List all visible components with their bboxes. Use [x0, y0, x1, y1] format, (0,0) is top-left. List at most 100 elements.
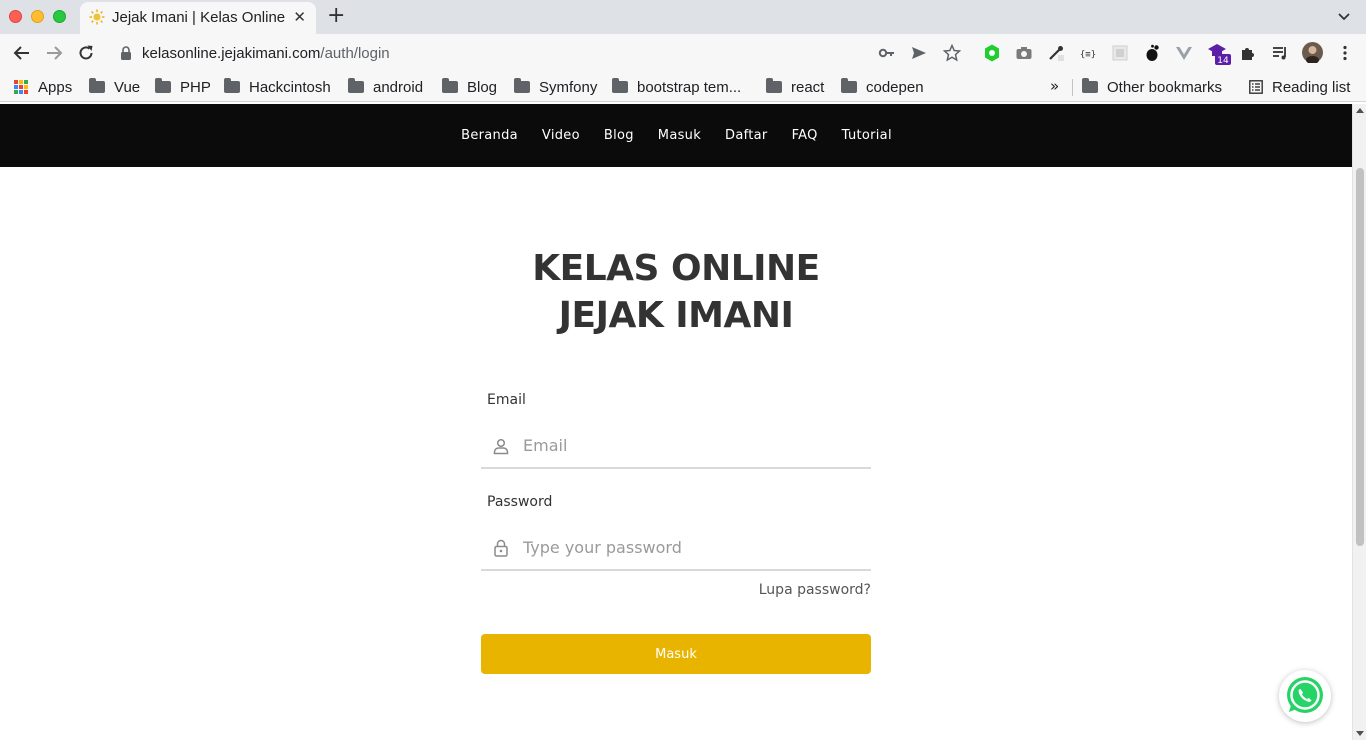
- green-extension-icon[interactable]: [983, 44, 1001, 62]
- folder-icon: [1082, 78, 1098, 93]
- reading-list-icon: [1249, 80, 1263, 94]
- lock-icon: [121, 46, 131, 60]
- bookmark-folder-codepen[interactable]: codepen: [841, 77, 924, 97]
- bookmark-folder-hackcintosh[interactable]: Hackcintosh: [224, 77, 331, 97]
- folder-icon: [514, 78, 530, 93]
- bookmark-folder-other[interactable]: Other bookmarks: [1082, 77, 1222, 97]
- email-field: [481, 421, 871, 469]
- email-input[interactable]: [523, 431, 853, 459]
- graduation-cap-icon: 14: [1208, 44, 1231, 66]
- browser-tab[interactable]: Jejak Imani | Kelas Online ✕: [80, 2, 316, 34]
- eyedropper-icon[interactable]: [1047, 44, 1065, 62]
- json-formatter-icon[interactable]: {≡}: [1079, 44, 1097, 62]
- folder-icon: [224, 78, 240, 93]
- new-tab-button[interactable]: +: [327, 3, 345, 28]
- kebab-menu-icon[interactable]: [1336, 44, 1354, 62]
- bookmark-label: bootstrap tem...: [637, 78, 742, 96]
- bookmark-folder-blog[interactable]: Blog: [442, 77, 497, 97]
- nav-link-daftar[interactable]: Daftar: [725, 128, 768, 143]
- graduation-extension-icon[interactable]: 14: [1207, 41, 1231, 66]
- media-playlist-icon[interactable]: [1271, 44, 1289, 62]
- chevron-down-icon[interactable]: [1336, 8, 1352, 24]
- send-icon[interactable]: [910, 44, 928, 62]
- bookmark-label: Other bookmarks: [1107, 78, 1223, 96]
- bookmark-label: codepen: [866, 78, 924, 96]
- bookmark-label: react: [791, 78, 825, 96]
- close-window-button[interactable]: [9, 10, 22, 23]
- bookmark-folder-react[interactable]: react: [766, 77, 824, 97]
- more-bookmarks-button[interactable]: »: [1050, 77, 1059, 95]
- page-title-line-1: KELAS ONLINE: [532, 248, 820, 289]
- bookmarks-bar: Apps Vue PHP Hackcintosh android Blog Sy…: [0, 72, 1366, 102]
- nav-link-masuk[interactable]: Masuk: [658, 128, 701, 143]
- forward-arrow-icon[interactable]: [44, 43, 64, 63]
- extension-badge: 14: [1217, 56, 1229, 65]
- tab-title: Jejak Imani | Kelas Online: [112, 9, 286, 26]
- reading-list-button[interactable]: Reading list: [1249, 77, 1350, 97]
- bookmark-label: PHP: [180, 78, 211, 96]
- browser-toolbar: kelasonline.jejakimani.com/auth/login {≡…: [0, 34, 1366, 72]
- reload-icon[interactable]: [76, 43, 96, 63]
- star-icon[interactable]: [943, 44, 961, 62]
- folder-icon: [89, 78, 105, 93]
- sun-favicon-icon: [89, 9, 105, 25]
- bookmark-label: Hackcintosh: [249, 78, 331, 96]
- folder-icon: [612, 78, 628, 93]
- scrollbar-thumb[interactable]: [1356, 168, 1364, 546]
- folder-icon: [442, 78, 458, 93]
- apps-grid-icon: [14, 80, 28, 94]
- minimize-window-button[interactable]: [31, 10, 44, 23]
- puzzle-extensions-icon[interactable]: [1239, 44, 1257, 62]
- page-content: Beranda Video Blog Masuk Daftar FAQ Tuto…: [0, 104, 1352, 740]
- bookmark-label: Blog: [467, 78, 498, 96]
- nav-link-tutorial[interactable]: Tutorial: [842, 128, 892, 143]
- password-field: [481, 523, 871, 571]
- grid-extension-icon[interactable]: [1111, 44, 1129, 62]
- tab-close-icon[interactable]: ✕: [293, 8, 306, 26]
- user-icon: [493, 438, 509, 455]
- bookmark-folder-php[interactable]: PHP: [155, 77, 211, 97]
- forgot-password-link[interactable]: Lupa password?: [759, 582, 871, 598]
- site-navbar: Beranda Video Blog Masuk Daftar FAQ Tuto…: [0, 104, 1352, 167]
- whatsapp-chat-button[interactable]: [1279, 670, 1331, 722]
- bookmark-folder-vue[interactable]: Vue: [89, 77, 140, 97]
- key-icon[interactable]: [878, 44, 896, 62]
- nav-link-blog[interactable]: Blog: [604, 128, 634, 143]
- page-scrollbar[interactable]: [1352, 104, 1366, 740]
- bookmark-label: android: [373, 78, 424, 96]
- folder-icon: [766, 78, 782, 93]
- bookmark-label: Reading list: [1272, 78, 1351, 96]
- gnome-extension-icon[interactable]: [1143, 44, 1161, 62]
- url-text: kelasonline.jejakimani.com/auth/login: [142, 45, 390, 62]
- email-label: Email: [487, 392, 526, 408]
- nav-link-beranda[interactable]: Beranda: [461, 128, 518, 143]
- folder-icon: [155, 78, 171, 93]
- profile-avatar[interactable]: [1302, 42, 1323, 63]
- password-input[interactable]: [523, 533, 853, 561]
- folder-icon: [348, 78, 364, 93]
- svg-text:{≡}: {≡}: [1080, 50, 1096, 60]
- browser-tab-bar: Jejak Imani | Kelas Online ✕ +: [0, 0, 1366, 34]
- nav-link-faq[interactable]: FAQ: [792, 128, 818, 143]
- vue-devtools-icon[interactable]: [1175, 44, 1193, 62]
- nav-link-video[interactable]: Video: [542, 128, 580, 143]
- bookmark-apps[interactable]: Apps: [14, 77, 72, 97]
- camera-icon[interactable]: [1015, 44, 1033, 62]
- whatsapp-icon: [1287, 677, 1323, 713]
- bookmark-folder-symfony[interactable]: Symfony: [514, 77, 597, 97]
- scroll-down-arrow-icon[interactable]: [1356, 731, 1364, 736]
- back-arrow-icon[interactable]: [12, 43, 32, 63]
- address-bar[interactable]: kelasonline.jejakimani.com/auth/login: [108, 38, 978, 68]
- bookmark-label: Symfony: [539, 78, 598, 96]
- maximize-window-button[interactable]: [53, 10, 66, 23]
- page-title-line-2: JEJAK IMANI: [558, 295, 794, 336]
- lock-icon: [494, 539, 508, 557]
- scroll-up-arrow-icon[interactable]: [1356, 108, 1364, 113]
- bookmark-label: Apps: [38, 78, 73, 96]
- folder-icon: [841, 78, 857, 93]
- bookmark-folder-bootstrap[interactable]: bootstrap tem...: [612, 77, 741, 97]
- password-label: Password: [487, 494, 553, 510]
- bookmark-label: Vue: [114, 78, 141, 96]
- login-submit-button[interactable]: Masuk: [481, 634, 871, 674]
- bookmark-folder-android[interactable]: android: [348, 77, 423, 97]
